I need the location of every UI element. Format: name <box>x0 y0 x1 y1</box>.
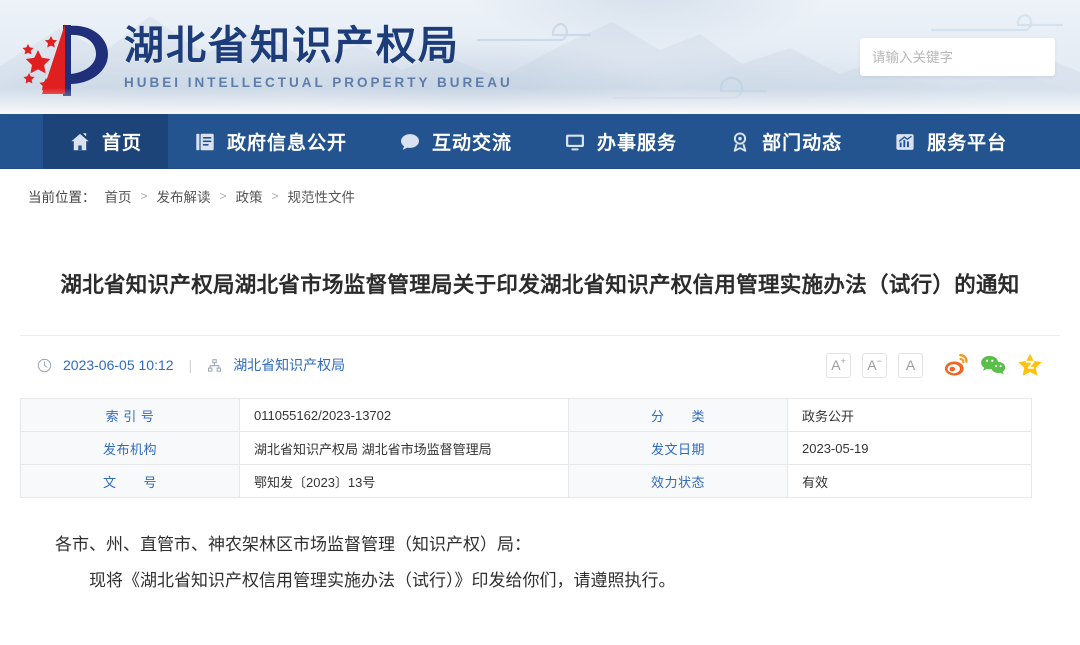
info-label-validity: 效力状态 <box>568 464 788 499</box>
main-navigation[interactable]: 首页 政府信息公开 互动交流 办事服务 部门动态 服务平台 <box>0 114 1080 169</box>
breadcrumb-separator: > <box>271 188 279 203</box>
info-value-doc-no: 鄂知发〔2023〕13号 <box>239 464 569 499</box>
nav-item-gov-info[interactable]: 政府信息公开 <box>168 114 373 169</box>
breadcrumb-item-release[interactable]: 发布解读 <box>157 186 211 206</box>
document-icon <box>196 133 214 150</box>
chart-icon <box>896 133 914 150</box>
info-label-issue-date: 发文日期 <box>568 431 788 466</box>
article-wrapper: 湖北省知识产权局湖北省市场监督管理局关于印发湖北省知识产权信用管理实施办法（试行… <box>20 222 1060 394</box>
wechat-share-icon[interactable] <box>980 352 1006 378</box>
breadcrumb: 当前位置： 首页 > 发布解读 > 政策 > 规范性文件 <box>0 169 1080 222</box>
font-default-button[interactable]: A <box>898 352 923 378</box>
font-increase-button[interactable]: A + <box>826 352 851 378</box>
font-btn-sup: + <box>840 356 846 367</box>
table-row: 文 号 鄂知发〔2023〕13号 效力状态 有效 <box>20 464 1032 499</box>
breadcrumb-item-normative-docs[interactable]: 规范性文件 <box>288 186 356 206</box>
nav-item-interaction[interactable]: 互动交流 <box>373 114 538 169</box>
nav-left-spacer <box>0 114 43 169</box>
info-value-validity: 有效 <box>787 464 1032 499</box>
brand-title-cn: 湖北省知识产权局 <box>124 23 460 69</box>
font-btn-label: A <box>867 357 877 374</box>
article-meta-bar: 2023-06-05 10:12 | 湖北省知识产权局 A + A − A <box>20 336 1060 394</box>
search-box[interactable] <box>860 38 1055 76</box>
nav-item-label: 服务平台 <box>927 132 1008 154</box>
font-decrease-button[interactable]: A − <box>862 352 887 378</box>
nav-item-label: 互动交流 <box>432 132 513 154</box>
breadcrumb-item-policy[interactable]: 政策 <box>236 186 263 206</box>
nav-item-label: 政府信息公开 <box>227 132 348 154</box>
info-label-doc-no: 文 号 <box>20 464 240 499</box>
table-row: 发布机构 湖北省知识产权局 湖北省市场监督管理局 发文日期 2023-05-19 <box>20 431 1032 466</box>
nav-item-label: 部门动态 <box>762 132 843 154</box>
award-icon <box>733 132 747 152</box>
monitor-icon <box>566 134 585 150</box>
clock-icon <box>37 358 52 372</box>
font-btn-label: A <box>831 357 841 374</box>
font-btn-label: A <box>905 357 916 374</box>
nav-item-label: 首页 <box>102 132 143 154</box>
table-row: 索 引 号 011055162/2023-13702 分 类 政务公开 <box>20 398 1032 433</box>
page-title: 湖北省知识产权局湖北省市场监督管理局关于印发湖北省知识产权信用管理实施办法（试行… <box>60 273 1020 298</box>
nav-item-service-platform[interactable]: 服务平台 <box>868 114 1033 169</box>
article-paragraph: 各市、州、直管市、神农架林区市场监督管理（知识产权）局： <box>55 535 531 556</box>
cloud-swirl-decoration-right <box>612 76 768 100</box>
breadcrumb-separator: > <box>140 188 148 203</box>
home-icon <box>71 132 89 150</box>
publish-datetime: 2023-06-05 10:12 <box>63 357 174 374</box>
info-value-category: 政务公开 <box>787 398 1032 433</box>
meta-divider: | <box>188 357 193 374</box>
nav-item-label: 办事服务 <box>597 132 678 154</box>
site-header: 湖北省知识产权局 HUBEI INTELLECTUAL PROPERTY BUR… <box>0 0 1080 114</box>
nav-item-home[interactable]: 首页 <box>43 114 169 169</box>
info-label-issuing-agency: 发布机构 <box>20 431 240 466</box>
article-meta-left: 2023-06-05 10:12 | 湖北省知识产权局 <box>37 355 345 375</box>
info-value-issuing-agency: 湖北省知识产权局 湖北省市场监督管理局 <box>239 431 569 466</box>
article-meta-right: A + A − A <box>826 352 1043 378</box>
favorite-star-icon[interactable] <box>1017 352 1043 378</box>
font-btn-sup: − <box>876 356 882 367</box>
info-value-issue-date: 2023-05-19 <box>787 431 1032 466</box>
hubei-ipb-logo-icon <box>22 24 108 96</box>
info-label-category: 分 类 <box>568 398 788 433</box>
breadcrumb-item-home[interactable]: 首页 <box>105 186 132 206</box>
brand-title-en: HUBEI INTELLECTUAL PROPERTY BUREAU <box>124 75 513 90</box>
nav-item-services[interactable]: 办事服务 <box>538 114 703 169</box>
search-input[interactable] <box>860 38 1055 76</box>
document-info-table: 索 引 号 011055162/2023-13702 分 类 政务公开 发布机构… <box>20 398 1032 499</box>
info-value-index-no: 011055162/2023-13702 <box>239 398 569 433</box>
sitemap-icon <box>208 358 222 372</box>
article-source[interactable]: 湖北省知识产权局 <box>233 355 345 375</box>
chat-bubble-icon <box>401 133 420 150</box>
breadcrumb-label: 当前位置： <box>28 189 96 205</box>
info-label-index-no: 索 引 号 <box>20 398 240 433</box>
article-body: 各市、州、直管市、神农架林区市场监督管理（知识产权）局： 现将《湖北省知识产权信… <box>0 498 1080 599</box>
breadcrumb-separator: > <box>219 188 227 203</box>
article-paragraph: 现将《湖北省知识产权信用管理实施办法（试行）》印发给你们，请遵照执行。 <box>89 570 676 591</box>
cloud-swirl-decoration-far-right <box>930 13 1064 32</box>
weibo-share-icon[interactable] <box>943 352 969 378</box>
brand-block[interactable]: 湖北省知识产权局 HUBEI INTELLECTUAL PROPERTY BUR… <box>14 10 513 102</box>
nav-item-dept-news[interactable]: 部门动态 <box>703 114 868 169</box>
